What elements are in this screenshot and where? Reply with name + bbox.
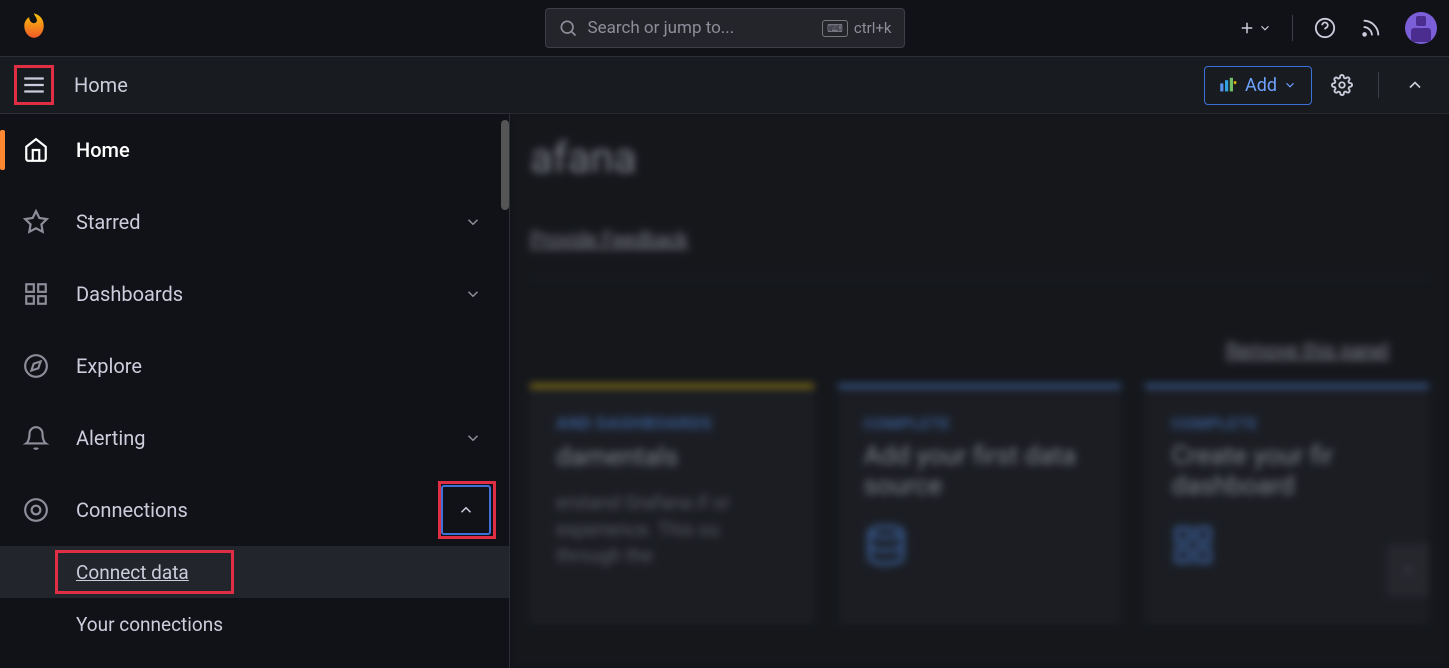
collapse-button[interactable] bbox=[1395, 65, 1435, 105]
sidebar-subitem-label: Connect data bbox=[76, 561, 189, 584]
home-icon bbox=[22, 136, 50, 164]
star-icon bbox=[22, 208, 50, 236]
panel-icon bbox=[1219, 77, 1239, 93]
chevron-down-icon bbox=[1283, 78, 1297, 92]
sidebar-item-connections[interactable]: Connections bbox=[0, 474, 509, 546]
sidebar-item-dashboards[interactable]: Dashboards bbox=[0, 258, 509, 330]
sidebar-item-label: Home bbox=[76, 138, 130, 162]
nav-sidebar: Home Starred Dashboards Explore Alerting bbox=[0, 114, 510, 668]
rss-icon bbox=[1360, 17, 1382, 39]
chevron-up-icon bbox=[457, 501, 475, 519]
grafana-logo[interactable] bbox=[12, 6, 56, 50]
card-description: erstand Grafana if or experience. This o… bbox=[556, 490, 788, 570]
menu-toggle-button[interactable] bbox=[14, 65, 54, 105]
bell-icon bbox=[22, 424, 50, 452]
next-card-button[interactable] bbox=[1387, 544, 1429, 596]
gear-icon bbox=[1331, 74, 1353, 96]
chevron-down-icon[interactable] bbox=[459, 424, 487, 452]
sidebar-item-explore[interactable]: Explore bbox=[0, 330, 509, 402]
topbar: Search or jump to... ⌨ ctrl+k bbox=[0, 0, 1449, 56]
onboarding-card[interactable]: AND DASHBOARDS damentals erstand Grafana… bbox=[530, 384, 814, 624]
remove-panel-link[interactable]: Remove this panel bbox=[1226, 338, 1389, 362]
search-shortcut: ⌨ ctrl+k bbox=[822, 19, 892, 37]
new-button[interactable] bbox=[1230, 13, 1280, 43]
sidebar-subitem-connect-data[interactable]: Connect data bbox=[0, 546, 509, 598]
welcome-title: afana bbox=[530, 134, 1429, 183]
divider bbox=[530, 277, 1429, 278]
database-icon bbox=[864, 523, 1096, 571]
sidebar-subitem-your-connections[interactable]: Your connections bbox=[0, 598, 509, 650]
chevron-up-icon bbox=[1405, 75, 1425, 95]
plus-icon bbox=[1238, 19, 1256, 37]
sidebar-item-label: Starred bbox=[76, 210, 141, 234]
grid-icon bbox=[1171, 523, 1403, 571]
sidebar-item-label: Connections bbox=[76, 498, 188, 522]
sidebar-item-alerting[interactable]: Alerting bbox=[0, 402, 509, 474]
rss-button[interactable] bbox=[1351, 8, 1391, 48]
breadcrumb-actions: Add bbox=[1204, 65, 1435, 105]
chevron-down-icon bbox=[1258, 21, 1272, 35]
sidebar-item-home[interactable]: Home bbox=[0, 114, 509, 186]
user-avatar[interactable] bbox=[1405, 12, 1437, 44]
help-icon bbox=[1314, 17, 1336, 39]
sidebar-item-starred[interactable]: Starred bbox=[0, 186, 509, 258]
dashboard-settings-button[interactable] bbox=[1322, 65, 1362, 105]
help-button[interactable] bbox=[1305, 8, 1345, 48]
divider bbox=[1378, 72, 1379, 98]
sidebar-item-label: Explore bbox=[76, 354, 142, 378]
collapse-connections-button[interactable] bbox=[441, 485, 491, 535]
card-title: Add your first data source bbox=[864, 441, 1096, 501]
search-placeholder: Search or jump to... bbox=[588, 18, 813, 38]
search-icon bbox=[558, 18, 578, 38]
sidebar-item-label: Alerting bbox=[76, 426, 145, 450]
feedback-link[interactable]: Provide Feedback bbox=[530, 227, 688, 251]
chevron-right-icon bbox=[1402, 564, 1414, 576]
hamburger-icon bbox=[21, 72, 47, 98]
card-tag: AND DASHBOARDS bbox=[556, 414, 788, 434]
add-panel-button[interactable]: Add bbox=[1204, 66, 1312, 105]
global-search[interactable]: Search or jump to... ⌨ ctrl+k bbox=[545, 8, 905, 48]
chevron-down-icon[interactable] bbox=[459, 280, 487, 308]
sidebar-item-label: Dashboards bbox=[76, 282, 183, 306]
card-tag: COMPLETE bbox=[864, 414, 1096, 433]
onboarding-card[interactable]: COMPLETE Add your first data source bbox=[838, 384, 1122, 624]
dashboards-icon bbox=[22, 280, 50, 308]
sidebar-subitem-label: Your connections bbox=[76, 613, 223, 636]
divider bbox=[1292, 15, 1293, 41]
main-content: afana Provide Feedback Remove this panel… bbox=[510, 114, 1449, 668]
card-tag: COMPLETE bbox=[1171, 414, 1403, 433]
compass-icon bbox=[22, 352, 50, 380]
card-title: Create your fir dashboard bbox=[1171, 441, 1403, 501]
topbar-actions bbox=[1230, 8, 1437, 48]
breadcrumb-bar: Home Add bbox=[0, 56, 1449, 114]
onboarding-cards: AND DASHBOARDS damentals erstand Grafana… bbox=[530, 384, 1429, 624]
card-title: damentals bbox=[556, 442, 788, 472]
breadcrumb-home[interactable]: Home bbox=[74, 73, 128, 97]
keyboard-icon: ⌨ bbox=[822, 20, 848, 37]
chevron-down-icon[interactable] bbox=[459, 208, 487, 236]
connections-icon bbox=[22, 496, 50, 524]
